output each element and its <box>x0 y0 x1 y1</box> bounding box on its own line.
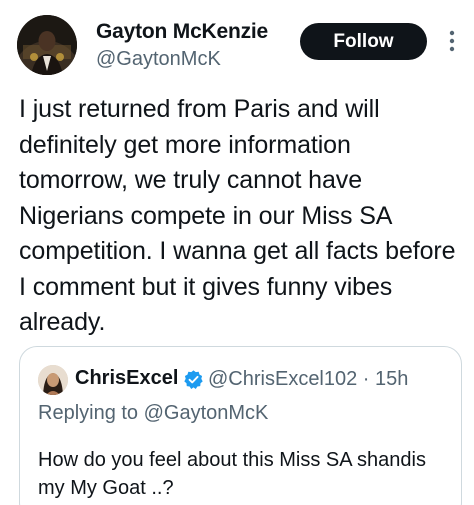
more-vertical-icon[interactable] <box>444 30 460 52</box>
quoted-handle-time[interactable]: @ChrisExcel102 · 15h <box>208 368 408 391</box>
quoted-text: How do you feel about this Miss SA shand… <box>38 449 426 499</box>
follow-button[interactable]: Follow <box>300 23 427 60</box>
replying-to[interactable]: Replying to @GaytonMcK <box>38 402 268 425</box>
quoted-profile-photo-icon <box>38 365 68 395</box>
author-name[interactable]: Gayton McKenzie <box>96 20 268 44</box>
quoted-avatar[interactable] <box>38 365 68 395</box>
author-avatar[interactable] <box>17 15 77 75</box>
tweet: Gayton McKenzie @GaytonMcK Follow I just… <box>0 0 474 505</box>
profile-photo-icon <box>17 15 77 75</box>
author-handle[interactable]: @GaytonMcK <box>96 48 221 71</box>
tweet-text: I just returned from Paris and will defi… <box>19 95 456 336</box>
verified-badge-icon <box>183 369 204 390</box>
quoted-tweet[interactable]: ChrisExcel @ChrisExcel102 · 15h Replying… <box>19 346 462 505</box>
quoted-author-name[interactable]: ChrisExcel <box>75 367 178 390</box>
